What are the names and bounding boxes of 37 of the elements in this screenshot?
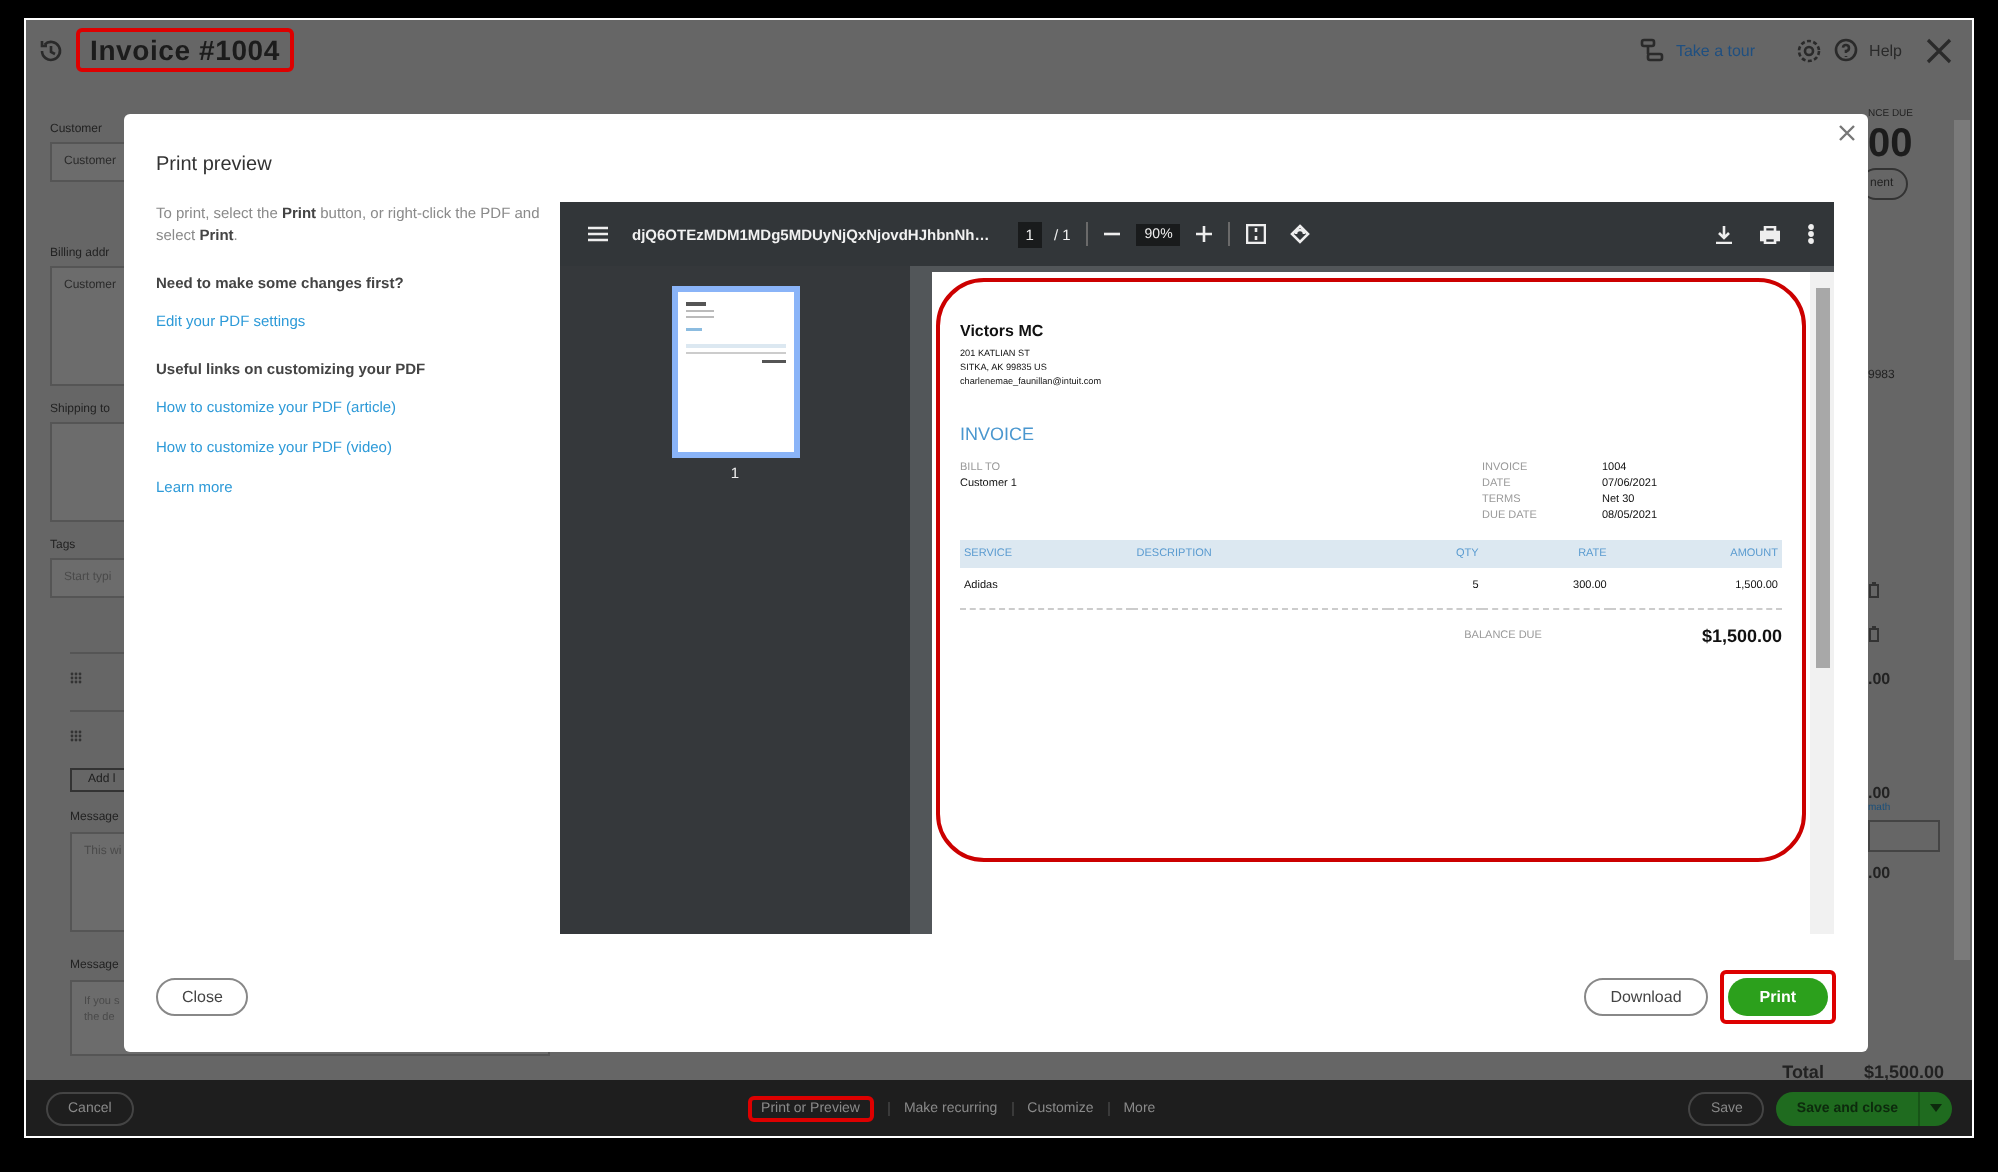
close-button[interactable]: Close [156,978,249,1016]
balance-due-amount: 00 [1868,120,1913,168]
trash-icon[interactable] [1868,626,1880,642]
total-amount: $1,500.00 [1863,1062,1944,1082]
amount-text: .00 [1868,864,1891,882]
settings-icon[interactable] [1795,37,1822,63]
dialog-title: Print preview [156,154,274,180]
scrollbar[interactable] [1810,272,1834,934]
close-icon[interactable] [1926,37,1952,63]
print-button[interactable]: Print [1727,978,1828,1016]
download-icon[interactable] [1716,225,1732,243]
scrollbar[interactable] [1954,120,1970,960]
tour-icon[interactable] [1639,38,1664,62]
fit-page-icon[interactable] [1246,224,1267,244]
help-icon[interactable] [1833,38,1858,62]
amount-text: .00 [1868,670,1891,688]
caret-icon[interactable] [1930,1104,1942,1112]
company-name: Victors MC [960,322,1046,340]
drag-handle-icon[interactable] [70,730,82,742]
more-icon[interactable] [1808,224,1814,244]
close-icon[interactable] [1838,124,1856,142]
balance-due-amount: $1,500.00 [1701,626,1782,646]
rotate-icon[interactable] [1290,224,1311,244]
trash-icon[interactable] [1868,582,1880,598]
zoom-in-icon[interactable] [1196,226,1213,242]
page-title: Invoice #1004 [90,34,280,66]
help-link[interactable]: Help [1869,41,1902,59]
amount-text: .00 [1868,784,1891,802]
invoice-heading: INVOICE [960,424,1037,444]
drag-handle-icon[interactable] [70,672,82,684]
menu-icon[interactable] [588,226,608,242]
total-label: Total [1782,1062,1824,1082]
history-icon[interactable] [38,37,64,63]
amount-field[interactable] [1868,820,1940,852]
page-thumbnail[interactable] [671,286,799,458]
printer-icon[interactable] [1760,225,1780,243]
download-button[interactable]: Download [1584,978,1708,1016]
